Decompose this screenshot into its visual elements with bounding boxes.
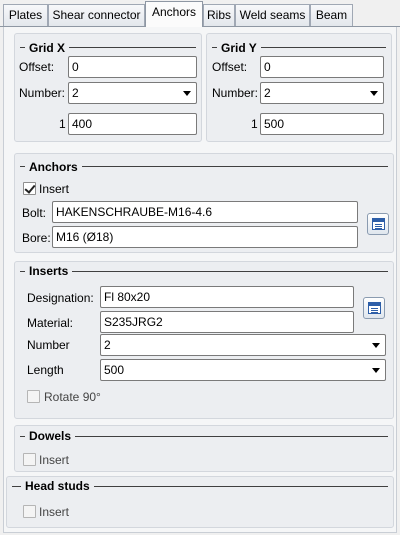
designation-input[interactable]: Fl 80x20 — [100, 286, 354, 308]
chevron-down-icon — [372, 368, 380, 373]
inserts-number-select[interactable]: 2 — [100, 334, 386, 356]
grid-y-number-label: Number: — [212, 86, 259, 100]
rotate-90-checkbox[interactable] — [27, 390, 40, 403]
material-input[interactable]: S235JRG2 — [100, 311, 354, 333]
inserts-title-line — [20, 271, 388, 272]
length-label: Length — [27, 363, 64, 377]
length-value: 500 — [104, 363, 125, 377]
inserts-number-value: 2 — [104, 338, 111, 352]
grid-y-row-index: 1 — [251, 117, 258, 131]
tab-weld-seams[interactable]: Weld seams — [235, 4, 310, 26]
head-studs-insert-checkbox[interactable] — [23, 505, 36, 518]
dowels-insert-label: Insert — [39, 453, 70, 467]
tab-shear-connector[interactable]: Shear connector — [48, 4, 145, 26]
designation-label: Designation: — [27, 291, 94, 305]
grid-y-number-value: 2 — [264, 86, 271, 100]
bolt-input[interactable]: HAKENSCHRAUBE-M16-4.6 — [52, 201, 358, 223]
anchors-table-list-button[interactable] — [367, 213, 389, 235]
tab-plates[interactable]: Plates — [3, 4, 48, 26]
material-label: Material: — [27, 316, 74, 330]
rotate-90-label: Rotate 90° — [44, 390, 101, 404]
head-studs-title: Head studs — [21, 479, 94, 493]
dowels-title-line — [20, 436, 388, 437]
head-studs-insert-label: Insert — [39, 505, 70, 519]
length-select[interactable]: 500 — [100, 359, 386, 381]
bore-input[interactable]: M16 (Ø18) — [52, 226, 358, 248]
grid-x-number-label: Number: — [19, 86, 66, 100]
table-list-icon — [372, 218, 385, 230]
grid-x-number-select[interactable]: 2 — [68, 82, 197, 104]
anchors-title: Anchors — [25, 160, 82, 174]
tab-beam[interactable]: Beam — [310, 4, 353, 26]
grid-x-row-index: 1 — [59, 117, 66, 131]
grid-y-offset-label: Offset: — [212, 60, 248, 74]
grid-x-offset-label: Offset: — [19, 60, 55, 74]
grid-y-offset-input[interactable]: 0 — [260, 56, 384, 78]
inserts-title: Inserts — [25, 264, 73, 278]
grid-y-row-input[interactable]: 500 — [260, 113, 384, 135]
bore-label: Bore: — [22, 231, 51, 245]
anchors-insert-checkbox[interactable] — [23, 182, 36, 195]
chevron-down-icon — [183, 91, 191, 96]
grid-x-row-input[interactable]: 400 — [68, 113, 197, 135]
dowels-title: Dowels — [25, 429, 76, 443]
chevron-down-icon — [370, 91, 378, 96]
tab-anchors[interactable]: Anchors — [145, 1, 203, 27]
chevron-down-icon — [372, 343, 380, 348]
grid-x-title: Grid X — [25, 41, 70, 55]
grid-y-number-select[interactable]: 2 — [260, 82, 384, 104]
dowels-insert-checkbox[interactable] — [23, 453, 36, 466]
tab-ribs[interactable]: Ribs — [203, 4, 235, 26]
grid-x-offset-input[interactable]: 0 — [68, 56, 197, 78]
grid-x-number-value: 2 — [72, 86, 79, 100]
bolt-label: Bolt: — [22, 206, 47, 220]
inserts-number-label: Number — [27, 338, 70, 352]
anchors-insert-label: Insert — [39, 182, 70, 196]
table-list-icon — [368, 302, 381, 314]
grid-y-title: Grid Y — [217, 41, 261, 55]
tab-strip: Plates Shear connector Anchors Ribs Weld… — [0, 0, 400, 27]
inserts-table-list-button[interactable] — [363, 297, 385, 319]
